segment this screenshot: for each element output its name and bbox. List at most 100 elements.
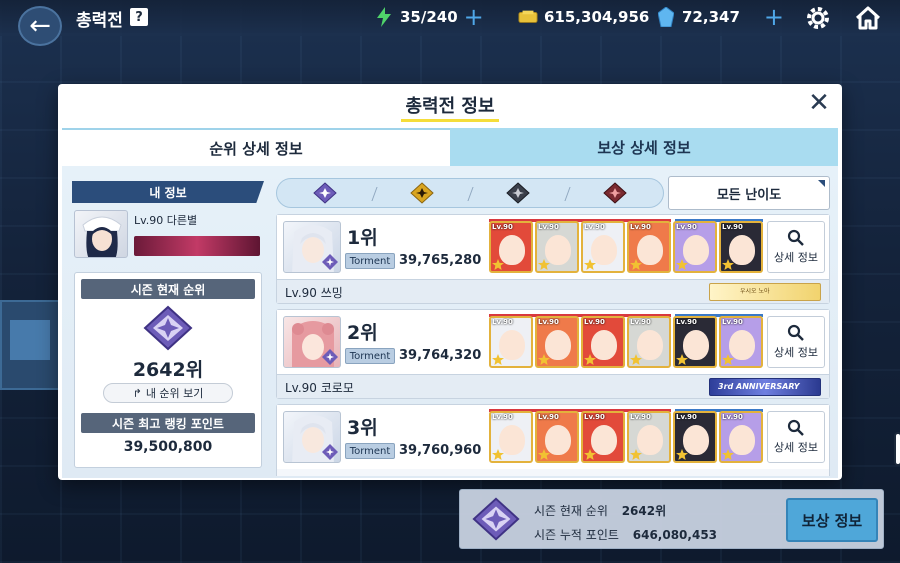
search-icon	[787, 419, 804, 436]
character-card[interactable]: Lv.90	[489, 411, 533, 463]
difficulty-red-button[interactable]	[567, 182, 664, 204]
character-card[interactable]: Lv.90	[673, 221, 717, 273]
back-arrow-icon: ←	[29, 11, 51, 41]
rank-emblem-icon	[470, 496, 522, 542]
difficulty-dropdown[interactable]: 모든 난이도	[668, 176, 830, 210]
title-underline	[401, 119, 499, 122]
difficulty-gold-button[interactable]	[374, 182, 471, 204]
mode-badge: Torment	[345, 253, 395, 269]
my-level-name: Lv.90 다른별	[134, 214, 198, 227]
character-card[interactable]: Lv.90	[719, 221, 763, 273]
dropdown-corner-icon	[818, 180, 825, 187]
best-points-value: 39,500,800	[123, 439, 213, 455]
rank-position: 1위	[347, 227, 378, 249]
difficulty-purple-icon	[313, 182, 337, 204]
current-rank-label: 시즌 현재 순위	[534, 504, 608, 518]
detail-info-label: 상세 정보	[774, 251, 818, 264]
title-plate-text: 3rd ANNIVERSARY	[718, 382, 800, 391]
share-arrow-icon: ↱	[132, 386, 142, 400]
player-avatar[interactable]	[283, 411, 341, 463]
difficulty-black-icon	[506, 182, 530, 204]
character-card[interactable]: Lv.90	[535, 316, 579, 368]
help-button[interactable]: ?	[130, 8, 148, 26]
home-button[interactable]	[854, 4, 882, 32]
tab-reward-details[interactable]: 보상 상세 정보	[450, 128, 838, 166]
ranking-row: 3위 Torment 39,760,960 Lv.90 Lv.90 Lv.90 …	[276, 404, 830, 476]
detail-info-button[interactable]: 상세 정보	[767, 221, 825, 273]
character-card[interactable]: Lv.90	[535, 411, 579, 463]
info-modal: 총력전 정보 ✕ 순위 상세 정보 보상 상세 정보 내 정보 Lv.90 다른…	[58, 84, 842, 480]
modal-title: 총력전 정보	[405, 96, 495, 117]
background-screen	[10, 320, 50, 360]
player-avatar[interactable]	[283, 316, 341, 368]
search-icon	[787, 324, 804, 341]
energy-icon	[374, 7, 394, 27]
ranking-list[interactable]: 1위 Torment 39,765,280 Lv.90 Lv.90 Lv.90 …	[276, 214, 830, 476]
team-lineup: Lv.90 Lv.90 Lv.90 Lv.90 Lv.90 Lv.90	[489, 411, 763, 463]
player-title-plate: 3rd ANNIVERSARY	[709, 378, 821, 396]
view-my-rank-label: 내 순위 보기	[145, 387, 204, 400]
close-button[interactable]: ✕	[806, 90, 832, 116]
energy-value: 35/240	[400, 8, 458, 26]
rank-score: 39,764,320	[399, 348, 482, 363]
ranking-row: 2위 Torment 39,764,320 Lv.90 Lv.90 Lv.90 …	[276, 309, 830, 399]
tab-ranking-details[interactable]: 순위 상세 정보	[62, 128, 450, 166]
character-card[interactable]: Lv.90	[719, 316, 763, 368]
gold-counter: 615,304,956	[518, 7, 649, 27]
rank-score: 39,760,960	[399, 443, 482, 458]
total-points-label: 시즌 누적 포인트	[534, 528, 619, 542]
gear-icon	[807, 7, 829, 29]
character-card[interactable]: Lv.90	[627, 316, 671, 368]
modal-body: 내 정보 Lv.90 다른별 시즌 현재 순위 2642위 ↱ 내 순위 보기 …	[62, 166, 838, 478]
difficulty-filter	[276, 178, 664, 208]
character-card[interactable]: Lv.90	[489, 221, 533, 273]
gold-value: 615,304,956	[544, 8, 650, 26]
add-gem-button[interactable]: +	[764, 5, 784, 29]
back-button[interactable]: ←	[18, 6, 62, 46]
character-card[interactable]: Lv.90	[489, 316, 533, 368]
reward-info-button[interactable]: 보상 정보	[786, 498, 878, 542]
player-name-strip: Lv.90 코로모 3rd ANNIVERSARY	[277, 374, 829, 398]
team-lineup: Lv.90 Lv.90 Lv.90 Lv.90 Lv.90 Lv.90	[489, 221, 763, 273]
gem-icon	[656, 7, 676, 27]
my-avatar	[74, 210, 128, 258]
page-title: 총력전	[76, 11, 123, 31]
gem-value: 72,347	[682, 8, 740, 26]
character-card[interactable]: Lv.90	[535, 221, 579, 273]
character-card[interactable]: Lv.90	[627, 221, 671, 273]
settings-button[interactable]	[805, 5, 831, 31]
detail-info-button[interactable]: 상세 정보	[767, 316, 825, 368]
detail-info-label: 상세 정보	[774, 441, 818, 454]
character-card[interactable]: Lv.90	[581, 221, 625, 273]
difficulty-black-button[interactable]	[470, 182, 567, 204]
view-my-rank-button[interactable]: ↱ 내 순위 보기	[103, 383, 233, 403]
character-card[interactable]: Lv.90	[581, 316, 625, 368]
player-name: Lv.90 쓰밍	[285, 286, 343, 300]
character-card[interactable]: Lv.90	[673, 316, 717, 368]
player-avatar[interactable]	[283, 221, 341, 273]
character-card[interactable]: Lv.90	[581, 411, 625, 463]
team-lineup: Lv.90 Lv.90 Lv.90 Lv.90 Lv.90 Lv.90	[489, 316, 763, 368]
difficulty-gold-icon	[410, 182, 434, 204]
rank-score: 39,765,280	[399, 253, 482, 268]
rank-position: 2위	[347, 322, 378, 344]
character-card[interactable]: Lv.90	[627, 411, 671, 463]
difficulty-purple-button[interactable]	[277, 182, 374, 204]
detail-info-label: 상세 정보	[774, 346, 818, 359]
character-card[interactable]: Lv.90	[673, 411, 717, 463]
tab-bar: 순위 상세 정보 보상 상세 정보	[62, 128, 838, 166]
title-plate-text: 우시오 노아	[740, 288, 770, 295]
home-icon	[855, 6, 881, 30]
season-rank-value: 2642위	[132, 359, 204, 381]
difficulty-badge-icon	[322, 349, 338, 365]
player-title-plate: 우시오 노아	[709, 283, 821, 301]
total-points-value: 646,080,453	[632, 528, 718, 542]
add-energy-button[interactable]: +	[464, 5, 484, 29]
player-name-strip: Lv.90 쓰밍 우시오 노아	[277, 279, 829, 303]
rank-emblem-icon	[141, 305, 195, 351]
detail-info-button[interactable]: 상세 정보	[767, 411, 825, 463]
side-drawer-handle[interactable]	[894, 432, 900, 466]
my-rank-card: 시즌 현재 순위 2642위 ↱ 내 순위 보기 시즌 최고 랭킹 포인트 39…	[74, 272, 262, 468]
character-card[interactable]: Lv.90	[719, 411, 763, 463]
energy-counter: 35/240 +	[374, 5, 484, 29]
